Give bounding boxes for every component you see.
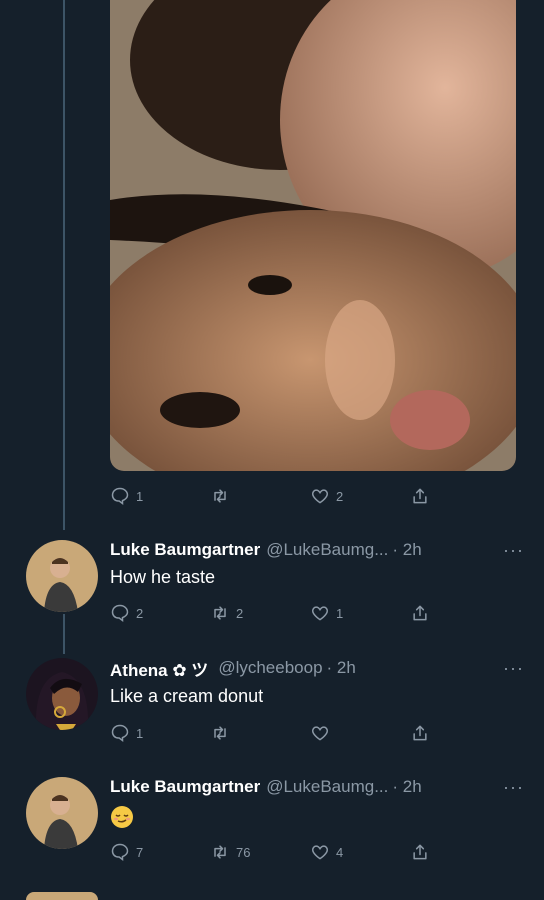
- like-button[interactable]: 2: [310, 486, 410, 506]
- retweet-icon: [214, 726, 226, 740]
- timestamp[interactable]: · 2h: [392, 777, 421, 797]
- retweet-button[interactable]: 76: [210, 842, 310, 862]
- display-name[interactable]: Athena ✿ ツ: [110, 656, 208, 681]
- retweet-count: 2: [236, 605, 244, 621]
- tweet-header: Athena ✿ ツ @lycheeboop · 2h: [110, 656, 522, 680]
- reply-icon: [111, 724, 129, 742]
- reply-count: 2: [136, 605, 144, 621]
- reply-button[interactable]: 7: [110, 842, 210, 862]
- thread-line-top: [63, 0, 65, 530]
- tweet-actions: 2 2 1: [110, 601, 440, 625]
- tweet-header: Luke Baumgartner @LukeBaumg... · 2h: [110, 775, 522, 799]
- like-icon: [311, 606, 329, 621]
- retweet-button[interactable]: 2: [210, 603, 310, 623]
- timestamp[interactable]: · 2h: [327, 658, 356, 678]
- reply-count: 7: [136, 844, 144, 860]
- tweet-text: How he taste: [110, 567, 216, 587]
- reply-count: 1: [136, 725, 144, 741]
- relieved-face-emoji: [110, 805, 134, 829]
- tweet-header: Luke Baumgartner @LukeBaumg... · 2h: [110, 538, 522, 562]
- like-icon: [311, 489, 329, 504]
- retweet-button[interactable]: [210, 486, 310, 506]
- thread-line-mid: [63, 614, 65, 654]
- retweet-icon: [214, 606, 226, 620]
- share-icon: [413, 725, 427, 741]
- more-icon[interactable]: ···: [503, 540, 524, 561]
- user-handle[interactable]: @lycheeboop: [218, 658, 322, 678]
- avatar-next[interactable]: [26, 892, 98, 900]
- reply-icon: [111, 604, 129, 622]
- like-icon: [311, 845, 329, 860]
- user-handle[interactable]: @LukeBaumg...: [266, 540, 388, 560]
- display-name[interactable]: Luke Baumgartner: [110, 777, 260, 797]
- retweet-icon: [214, 489, 226, 503]
- reply-button[interactable]: 1: [110, 486, 210, 506]
- retweet-icon: [214, 845, 226, 859]
- media-post-actions: 1 2: [110, 484, 440, 508]
- share-icon: [413, 844, 427, 860]
- timestamp[interactable]: · 2h: [392, 540, 421, 560]
- share-button[interactable]: [410, 842, 430, 862]
- avatar-luke[interactable]: [26, 777, 98, 849]
- tweet-actions: 7 76 4: [110, 840, 440, 864]
- like-count: 4: [336, 844, 344, 860]
- like-icon: [311, 726, 329, 741]
- tweet-text: Like a cream donut: [110, 686, 264, 706]
- more-icon[interactable]: ···: [503, 658, 524, 679]
- display-name[interactable]: Luke Baumgartner: [110, 540, 260, 560]
- like-button[interactable]: 4: [310, 842, 410, 862]
- reply-icon: [111, 843, 129, 861]
- tweet-photo[interactable]: [110, 0, 516, 471]
- reply-count: 1: [136, 488, 144, 504]
- retweet-count: 76: [236, 844, 251, 860]
- share-button[interactable]: [410, 723, 430, 743]
- share-button[interactable]: [410, 603, 430, 623]
- like-button[interactable]: 1: [310, 603, 410, 623]
- avatar-luke[interactable]: [26, 540, 98, 612]
- share-icon: [413, 488, 427, 504]
- like-count: 2: [336, 488, 344, 504]
- like-button[interactable]: [310, 723, 410, 743]
- share-icon: [413, 605, 427, 621]
- like-count: 1: [336, 605, 344, 621]
- tweet-actions: 1: [110, 721, 440, 745]
- user-handle[interactable]: @LukeBaumg...: [266, 777, 388, 797]
- reply-button[interactable]: 1: [110, 723, 210, 743]
- retweet-button[interactable]: [210, 723, 310, 743]
- more-icon[interactable]: ···: [503, 777, 524, 798]
- reply-icon: [111, 487, 129, 505]
- share-button[interactable]: [410, 486, 430, 506]
- reply-button[interactable]: 2: [110, 603, 210, 623]
- avatar-athena[interactable]: [26, 658, 98, 730]
